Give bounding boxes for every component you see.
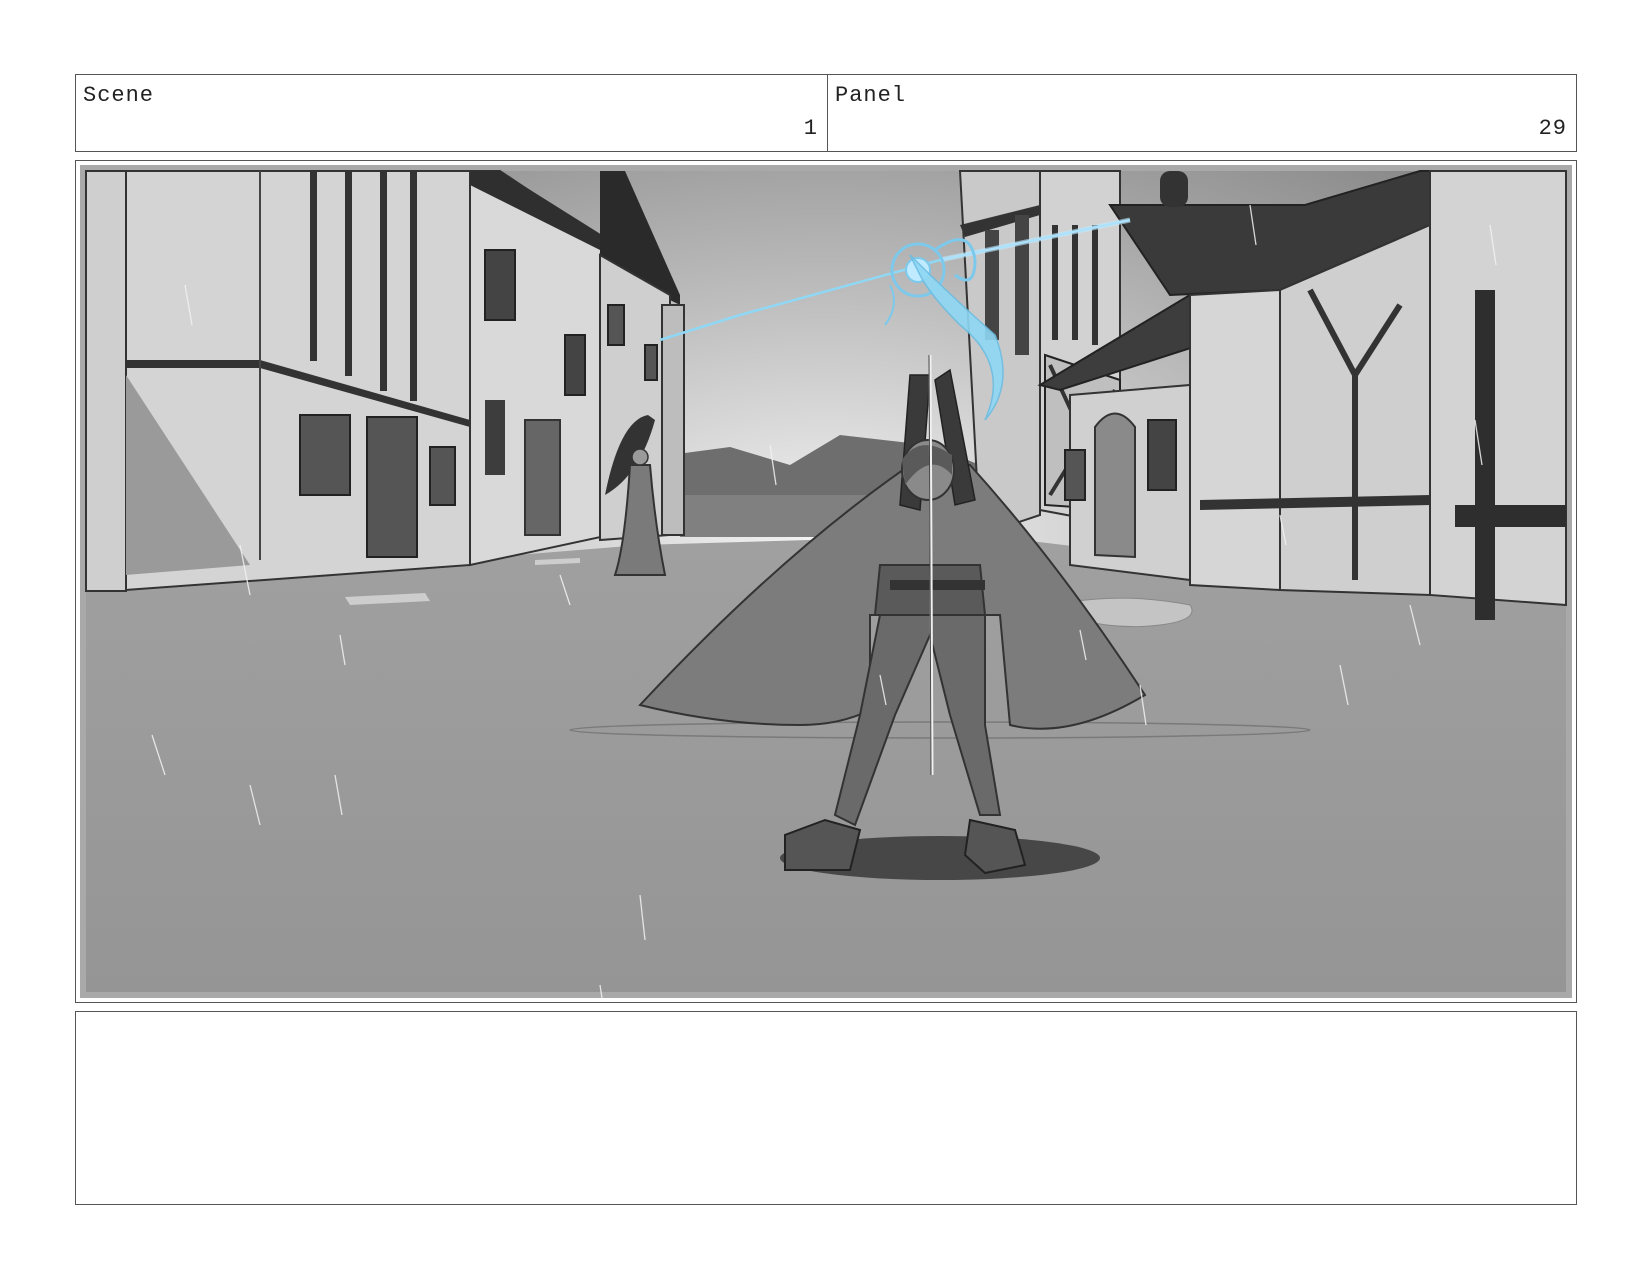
notes-box	[75, 1011, 1577, 1205]
panel-label: Panel	[835, 83, 907, 108]
panel-number: 29	[1538, 116, 1567, 141]
storyboard-header: Scene 1 Panel 29	[75, 74, 1577, 152]
left-buildings	[85, 170, 685, 592]
scene-number: 1	[803, 116, 818, 141]
scene-label: Scene	[83, 83, 155, 108]
storyboard-drawing	[80, 165, 1572, 998]
storyboard-frame	[75, 160, 1577, 1003]
panel-cell: Panel 29	[828, 75, 1576, 151]
scene-cell: Scene 1	[76, 75, 828, 151]
